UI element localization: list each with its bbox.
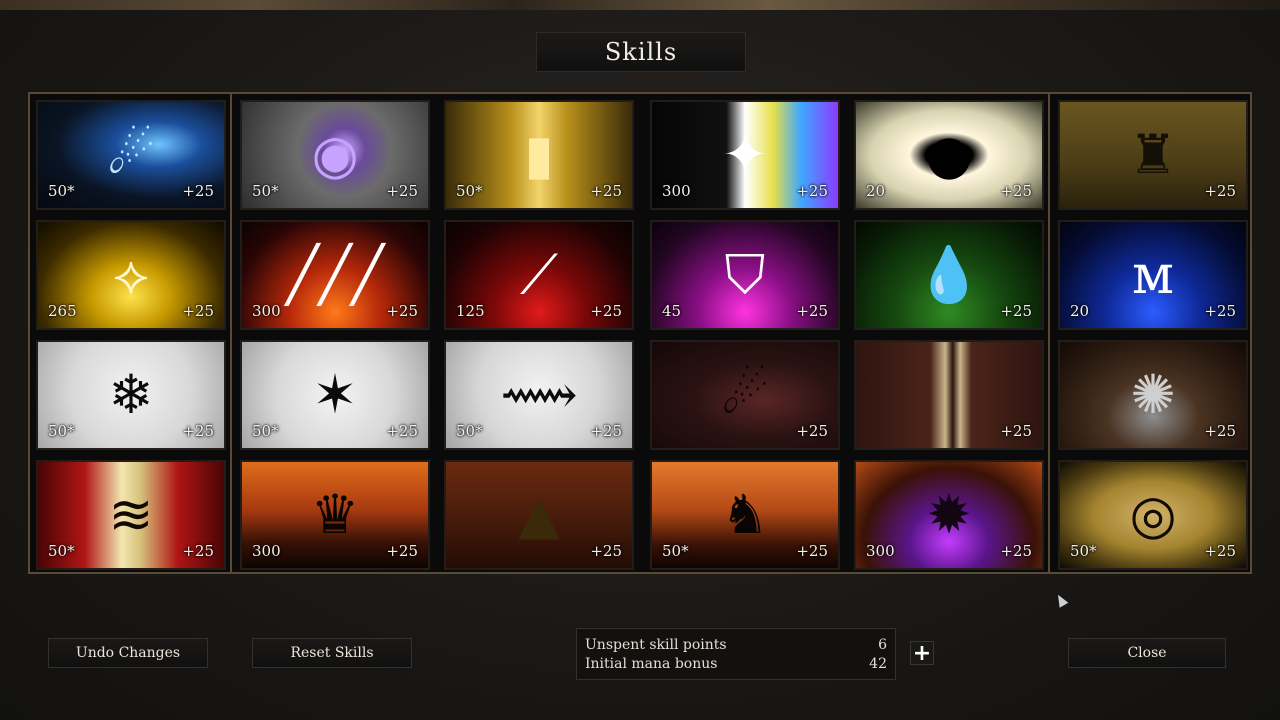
skill-cost: 125 — [456, 302, 485, 320]
skill-grid: ☄ 50* +25 ◉ 50* +25 ▮ 50* +25 ✦ 300 +25 ● 20 +25 ♜ +25 ⟡ 2… — [28, 92, 1252, 574]
skill-tile[interactable]: ▮ 50* +25 — [444, 100, 634, 210]
skill-bonus: +25 — [386, 302, 418, 320]
skill-cost: 300 — [662, 182, 691, 200]
skill-cost: 50* — [456, 422, 483, 440]
skill-tile[interactable]: ╱╱╱ 300 +25 — [240, 220, 430, 330]
skill-bonus: +25 — [386, 542, 418, 560]
skill-tile[interactable]: ✹ 300 +25 — [854, 460, 1044, 570]
close-label: Close — [1127, 645, 1167, 661]
skill-bonus: +25 — [386, 182, 418, 200]
reset-skills-label: Reset Skills — [290, 645, 374, 661]
skill-bonus: +25 — [182, 422, 214, 440]
skill-tile[interactable]: ◎ 50* +25 — [1058, 460, 1248, 570]
skill-tile[interactable]: ✶ 50* +25 — [240, 340, 430, 450]
skill-tile[interactable]: ▲ +25 — [444, 460, 634, 570]
skill-cost: 20 — [866, 182, 886, 200]
skill-bonus: +25 — [590, 302, 622, 320]
skill-tile[interactable]: ● 20 +25 — [854, 100, 1044, 210]
skill-cost: 50* — [252, 182, 279, 200]
skill-bonus: +25 — [590, 542, 622, 560]
skill-cost: 300 — [866, 542, 895, 560]
mana-bonus-row: Initial mana bonus 42 — [585, 656, 887, 672]
skill-cost: 20 — [1070, 302, 1090, 320]
skill-bonus: +25 — [1000, 542, 1032, 560]
reset-skills-button[interactable]: Reset Skills — [252, 638, 412, 668]
skill-bonus: +25 — [182, 542, 214, 560]
page-title: Skills — [536, 32, 746, 72]
mana-bonus-value: 42 — [869, 656, 887, 672]
skill-tile[interactable]: ⟿ 50* +25 — [444, 340, 634, 450]
skill-cost: 50* — [456, 182, 483, 200]
skill-tile[interactable]: 💧 +25 — [854, 220, 1044, 330]
skill-cost: 50* — [252, 422, 279, 440]
close-button[interactable]: Close — [1068, 638, 1226, 668]
skill-bonus: +25 — [1204, 542, 1236, 560]
skill-cost: 300 — [252, 542, 281, 560]
skill-tile[interactable]: ≋ 50* +25 — [36, 460, 226, 570]
skill-cost: 50* — [48, 182, 75, 200]
skill-bonus: +25 — [386, 422, 418, 440]
skill-tile[interactable]: ❄ 50* +25 — [36, 340, 226, 450]
skill-tile[interactable]: ♞ 50* +25 — [650, 460, 840, 570]
mouse-cursor-icon — [1053, 592, 1069, 608]
skill-cost: 50* — [48, 422, 75, 440]
skill-cost: 50* — [1070, 542, 1097, 560]
skill-bonus: +25 — [590, 422, 622, 440]
skill-bonus: +25 — [182, 302, 214, 320]
unspent-points-label: Unspent skill points — [585, 637, 727, 653]
skill-cost: 50* — [48, 542, 75, 560]
skill-bonus: +25 — [1204, 182, 1236, 200]
skill-cost: 50* — [662, 542, 689, 560]
top-scene-strip — [0, 0, 1280, 10]
skill-tile[interactable]: ᴍ 20 +25 — [1058, 220, 1248, 330]
skill-bonus: +25 — [1000, 422, 1032, 440]
skill-tile[interactable]: ⟋ 125 +25 — [444, 220, 634, 330]
skill-tile[interactable]: ◉ 50* +25 — [240, 100, 430, 210]
add-point-button[interactable]: + — [910, 640, 934, 666]
skill-tile[interactable]: ⛉ 45 +25 — [650, 220, 840, 330]
skill-tile[interactable]: ♛ 300 +25 — [240, 460, 430, 570]
title-text: Skills — [604, 38, 678, 66]
skill-bonus: +25 — [796, 422, 828, 440]
plus-icon: + — [912, 640, 932, 666]
unspent-points-row: Unspent skill points 6 — [585, 637, 887, 653]
undo-changes-button[interactable]: Undo Changes — [48, 638, 208, 668]
skill-cost: 45 — [662, 302, 682, 320]
skill-bonus: +25 — [796, 542, 828, 560]
skill-bonus: +25 — [590, 182, 622, 200]
skill-tile[interactable]: +25 — [854, 340, 1044, 450]
skill-bonus: +25 — [182, 182, 214, 200]
skill-tile[interactable]: ✦ 300 +25 — [650, 100, 840, 210]
grid-divider-right — [1048, 94, 1050, 572]
skill-tile[interactable]: ⟡ 265 +25 — [36, 220, 226, 330]
undo-changes-label: Undo Changes — [75, 645, 181, 661]
skill-tile[interactable]: ♜ +25 — [1058, 100, 1248, 210]
mana-bonus-label: Initial mana bonus — [585, 656, 718, 672]
skill-bonus: +25 — [1204, 302, 1236, 320]
skill-bonus: +25 — [1204, 422, 1236, 440]
skill-tile[interactable]: ✺ +25 — [1058, 340, 1248, 450]
skill-bonus: +25 — [796, 182, 828, 200]
skill-bonus: +25 — [796, 302, 828, 320]
grid-divider-left — [230, 94, 232, 572]
skill-tile[interactable]: ☄ 50* +25 — [36, 100, 226, 210]
skill-points-panel: Unspent skill points 6 Initial mana bonu… — [576, 628, 896, 680]
skill-cost: 265 — [48, 302, 77, 320]
skill-bonus: +25 — [1000, 302, 1032, 320]
skill-cost: 300 — [252, 302, 281, 320]
unspent-points-value: 6 — [878, 637, 887, 653]
skill-tile[interactable]: ☄ +25 — [650, 340, 840, 450]
skill-bonus: +25 — [1000, 182, 1032, 200]
